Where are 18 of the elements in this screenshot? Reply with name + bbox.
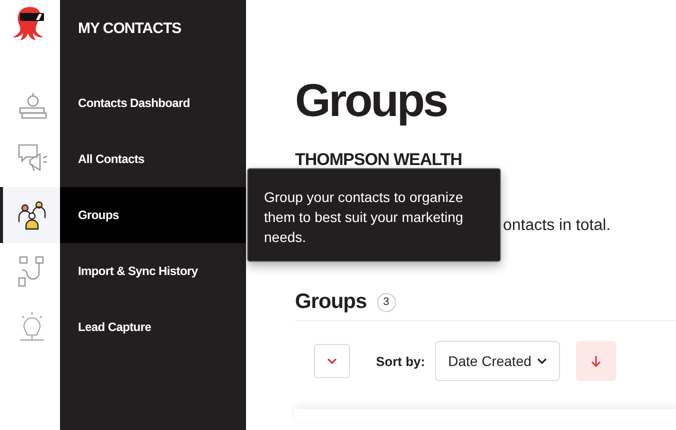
section-heading: Groups [295,290,367,314]
sort-direction-button[interactable] [576,341,616,381]
sort-dropdown[interactable]: Date Created [435,341,560,381]
arrow-down-icon [591,355,602,367]
octopus-logo [13,5,47,41]
nav-title: MY CONTACTS [77,19,182,39]
page-title: Groups [295,73,447,128]
sort-label: Sort by: [376,354,426,368]
nav-item[interactable]: Groups [60,187,246,243]
nav-item[interactable]: Contacts Dashboard [60,75,246,131]
nav-item[interactable]: All Contacts [60,131,246,187]
nav-item[interactable]: Import & Sync History [60,243,246,299]
nav-item[interactable]: Lead Capture [60,299,246,355]
contacts-summary: ontacts in total. [503,216,611,236]
chevron-down-icon [537,358,548,364]
count-badge: 3 [376,292,396,312]
chevron-down-icon [327,358,337,364]
tooltip: Group your contacts to organize them to best suit your marketing needs. [247,168,501,262]
